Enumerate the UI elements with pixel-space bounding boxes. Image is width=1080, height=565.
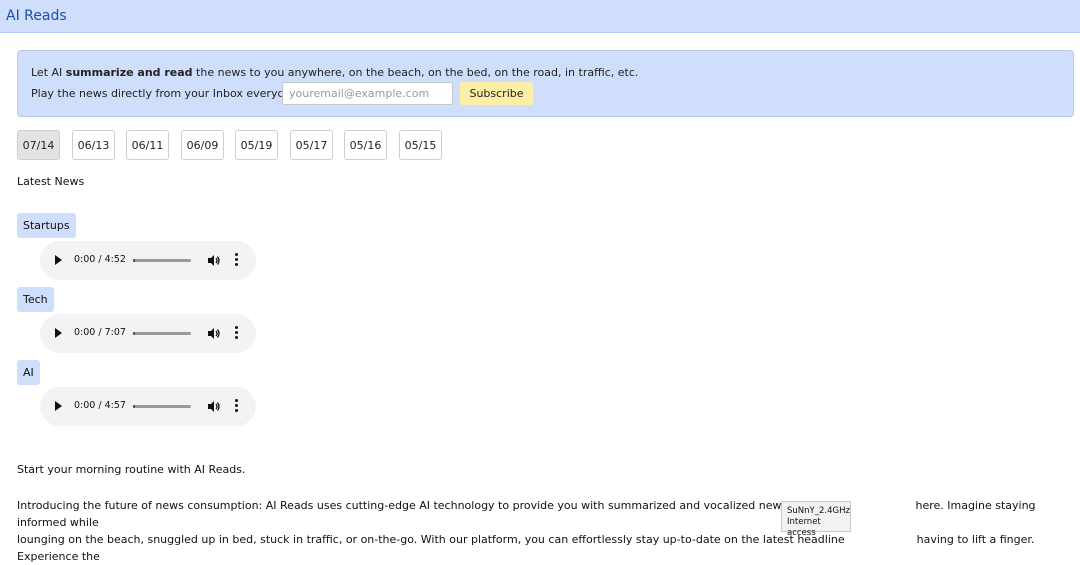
audio-time: 0:00 / 4:57 [74,400,126,411]
seek-slider[interactable] [133,405,191,408]
seek-progress [133,405,135,408]
intro-text: Start your morning routine with AI Reads… [17,463,246,476]
date-button[interactable]: 05/15 [399,130,442,160]
email-label: Play the news directly from your Inbox e… [31,87,301,100]
more-options-icon[interactable] [234,326,238,340]
volume-icon[interactable] [208,327,220,340]
network-tooltip: SuNnY_2.4GHz Internet access [781,501,851,538]
network-name: SuNnY_2.4GHz [787,506,850,516]
more-options-icon[interactable] [234,253,238,267]
app-header: AI Reads [0,0,1080,33]
app-title[interactable]: AI Reads [6,8,67,24]
seek-slider[interactable] [133,332,191,335]
subscribe-banner: Let AI summarize and read the news to yo… [17,50,1074,117]
date-button[interactable]: 07/14 [17,130,60,160]
date-button[interactable]: 06/09 [181,130,224,160]
tagline-prefix: Let AI [31,66,66,79]
volume-icon[interactable] [208,400,220,413]
audio-time: 0:00 / 4:52 [74,254,126,265]
tagline-bold: summarize and read [65,66,193,79]
more-options-icon[interactable] [234,399,238,413]
audio-player-ai: 0:00 / 4:57 [40,387,256,426]
email-input[interactable] [282,82,453,105]
category-label-startups: Startups [17,213,76,238]
paragraph-text: Introducing the future of news consumpti… [17,499,846,512]
play-icon[interactable] [55,255,62,265]
audio-player-startups: 0:00 / 4:52 [40,241,256,280]
paragraph-line: lounging on the beach, snuggled up in be… [17,531,1077,565]
seek-progress [133,259,135,262]
category-label-ai: AI [17,360,40,385]
tagline-suffix: the news to you anywhere, on the beach, … [192,66,639,79]
date-button[interactable]: 05/17 [290,130,333,160]
seek-progress [133,332,135,335]
category-label-tech: Tech [17,287,54,312]
date-button[interactable]: 05/16 [344,130,387,160]
date-button[interactable]: 06/11 [126,130,169,160]
date-button[interactable]: 05/19 [235,130,278,160]
description-paragraph: Introducing the future of news consumpti… [17,497,1077,565]
play-icon[interactable] [55,328,62,338]
paragraph-text: lounging on the beach, snuggled up in be… [17,533,845,546]
audio-player-tech: 0:00 / 7:07 [40,314,256,353]
network-status: Internet access [787,517,821,538]
subscribe-button[interactable]: Subscribe [460,82,533,105]
volume-icon[interactable] [208,254,220,267]
latest-news-heading: Latest News [17,175,85,188]
banner-tagline: Let AI summarize and read the news to yo… [31,66,638,79]
seek-slider[interactable] [133,259,191,262]
date-button[interactable]: 06/13 [72,130,115,160]
paragraph-line: Introducing the future of news consumpti… [17,497,1077,531]
play-icon[interactable] [55,401,62,411]
audio-time: 0:00 / 7:07 [74,327,126,338]
